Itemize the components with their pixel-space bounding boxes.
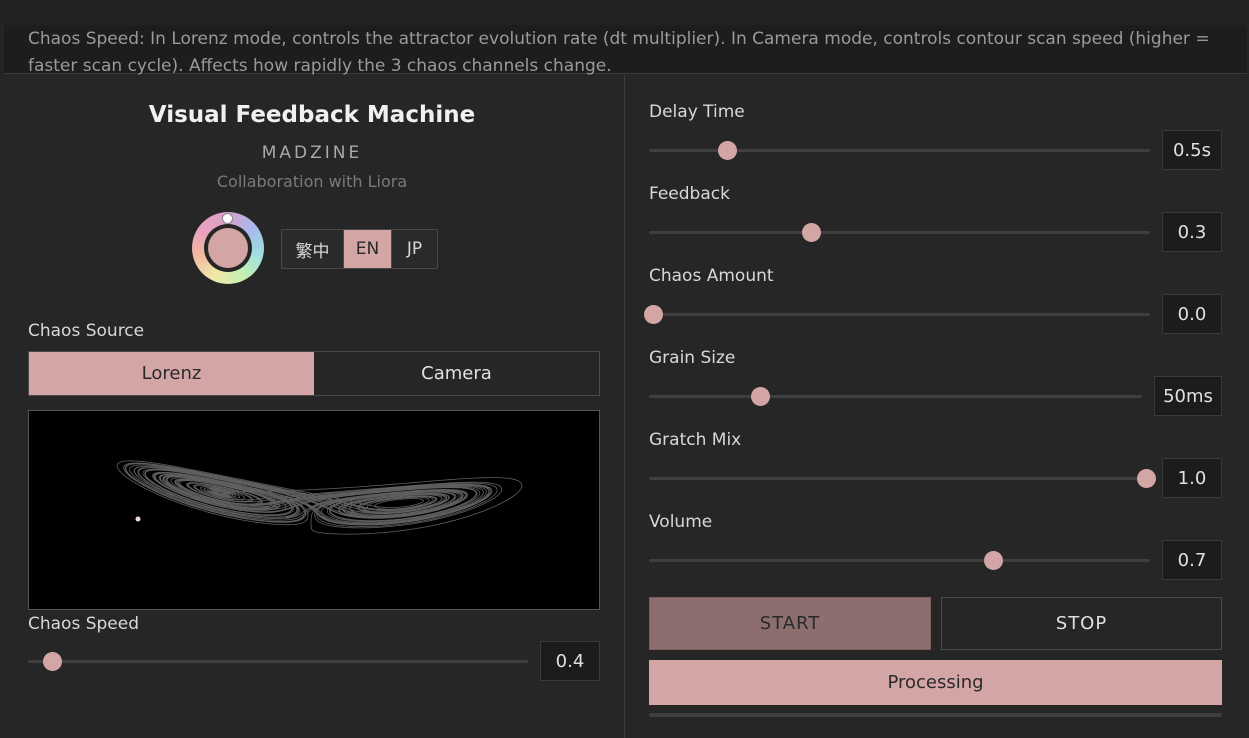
help-tooltip: Chaos Speed: In Lorenz mode, controls th… <box>4 25 1247 76</box>
progress-track <box>649 713 1222 717</box>
volume-label: Volume <box>649 512 713 532</box>
start-button[interactable]: START <box>649 597 931 650</box>
grain-size-value: 50ms <box>1154 376 1222 416</box>
chaos-amount-value: 0.0 <box>1162 294 1222 334</box>
delay-time-thumb[interactable] <box>717 141 737 160</box>
color-wheel-handle[interactable] <box>222 213 233 224</box>
delay-time-value: 0.5s <box>1162 130 1222 170</box>
chaos-amount-label: Chaos Amount <box>649 266 774 286</box>
volume-slider-row: 0.7 <box>649 540 1222 582</box>
chaos-amount-thumb[interactable] <box>644 305 663 324</box>
chaos-speed-slider-row: 0.4 <box>28 641 600 683</box>
lorenz-trajectory <box>116 460 523 535</box>
grain-size-slider-row: 50ms <box>649 376 1222 418</box>
tooltip-line-1: Chaos Speed: In Lorenz mode, controls th… <box>28 29 1210 49</box>
grain-size-label: Grain Size <box>649 348 736 368</box>
lang-button-zh[interactable]: 繁中 <box>282 230 343 268</box>
feedback-value: 0.3 <box>1162 212 1222 252</box>
volume-thumb[interactable] <box>984 551 1004 570</box>
collaboration-subtitle: Collaboration with Liora <box>216 172 408 191</box>
top-strip <box>0 0 1249 25</box>
gratch-mix-value: 1.0 <box>1162 458 1222 498</box>
left-panel: Visual Feedback Machine MADZINE Collabor… <box>0 75 624 738</box>
delay-time-label: Delay Time <box>649 102 745 122</box>
language-switcher: 繁中 EN JP <box>281 229 438 269</box>
feedback-track[interactable] <box>649 231 1150 234</box>
chaos-amount-slider-row: 0.0 <box>644 294 1222 336</box>
chaos-speed-track[interactable] <box>28 660 528 663</box>
color-picker-wheel[interactable] <box>192 212 264 284</box>
grain-size-track[interactable] <box>649 395 1142 398</box>
source-button-camera[interactable]: Camera <box>314 352 599 395</box>
gratch-mix-slider-row: 1.0 <box>649 458 1222 500</box>
gratch-mix-label: Gratch Mix <box>649 430 742 450</box>
feedback-thumb[interactable] <box>801 223 821 242</box>
lorenz-trace-point <box>135 516 141 522</box>
lang-button-jp[interactable]: JP <box>391 230 437 268</box>
volume-value: 0.7 <box>1162 540 1222 580</box>
feedback-slider-row: 0.3 <box>649 212 1222 254</box>
chaos-speed-label: Chaos Speed <box>28 614 140 634</box>
right-panel: Delay Time 0.5s Feedback 0.3 Chaos Amoun… <box>625 75 1249 738</box>
brand-name: MADZINE <box>261 143 363 163</box>
gratch-mix-thumb[interactable] <box>1137 469 1156 488</box>
lorenz-attractor-display <box>28 410 600 610</box>
app-title: Visual Feedback Machine <box>148 102 476 128</box>
chaos-source-label: Chaos Source <box>28 321 145 341</box>
source-button-lorenz[interactable]: Lorenz <box>29 352 314 395</box>
processing-status-bar: Processing <box>649 660 1222 705</box>
chaos-source-toggle: Lorenz Camera <box>28 351 600 396</box>
delay-time-slider-row: 0.5s <box>649 130 1222 172</box>
chaos-speed-thumb[interactable] <box>42 652 62 671</box>
stop-button[interactable]: STOP <box>941 597 1222 650</box>
chaos-speed-value: 0.4 <box>540 641 600 681</box>
chaos-amount-track[interactable] <box>649 313 1150 316</box>
grain-size-thumb[interactable] <box>750 387 770 406</box>
volume-track[interactable] <box>649 559 1150 562</box>
selected-color-swatch <box>208 228 248 268</box>
lang-button-en[interactable]: EN <box>343 230 391 268</box>
feedback-label: Feedback <box>649 184 730 204</box>
gratch-mix-track[interactable] <box>649 477 1150 480</box>
lorenz-attractor-plot <box>116 460 523 535</box>
